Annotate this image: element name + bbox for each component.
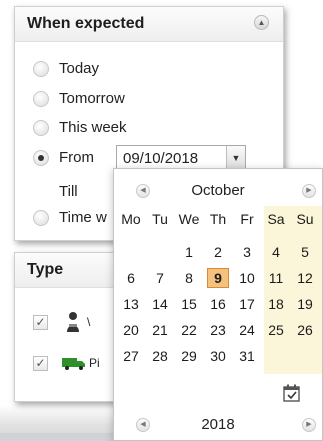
calendar-day[interactable]: 13 bbox=[120, 294, 142, 314]
calendar-day[interactable]: 12 bbox=[294, 268, 316, 288]
calendar-day[interactable]: 31 bbox=[236, 346, 258, 366]
radio-button-checked[interactable] bbox=[33, 150, 49, 166]
truck-icon bbox=[62, 356, 86, 370]
calendar-day[interactable]: 30 bbox=[207, 346, 229, 366]
calendar-day[interactable]: 29 bbox=[178, 346, 200, 366]
next-year-icon[interactable]: ▶︎ bbox=[302, 418, 316, 432]
calendar-day[interactable]: 23 bbox=[207, 320, 229, 340]
calendar-day[interactable]: 19 bbox=[294, 294, 316, 314]
type-checkbox-truck[interactable]: ✓ bbox=[33, 356, 48, 371]
prev-month-icon[interactable]: ◀︎ bbox=[136, 184, 150, 198]
calendar-day[interactable]: 28 bbox=[149, 346, 171, 366]
calendar-day[interactable]: 21 bbox=[149, 320, 171, 340]
person-icon bbox=[65, 311, 81, 333]
from-date-value[interactable]: 09/10/2018 bbox=[123, 150, 198, 167]
calendar-month[interactable]: October bbox=[158, 182, 278, 199]
radio-button[interactable] bbox=[33, 91, 49, 107]
calendar-day[interactable]: 25 bbox=[265, 320, 287, 340]
type-title: Type bbox=[27, 261, 64, 278]
calendar-day[interactable]: 6 bbox=[120, 268, 142, 288]
weekend-highlight bbox=[264, 206, 322, 374]
calendar-day[interactable]: 3 bbox=[236, 242, 258, 262]
radio-label: From bbox=[59, 149, 94, 166]
weekday-header: Su bbox=[296, 211, 314, 227]
weekday-header: Th bbox=[209, 211, 227, 227]
type-label-person: \ bbox=[87, 315, 91, 329]
type-checkbox-person[interactable]: ✓ bbox=[33, 315, 48, 330]
radio-button[interactable] bbox=[33, 210, 49, 226]
weekday-header: Mo bbox=[121, 211, 141, 227]
calendar-day[interactable]: 22 bbox=[178, 320, 200, 340]
calendar-day[interactable]: 17 bbox=[236, 294, 258, 314]
calendar-day-selected[interactable]: 9 bbox=[207, 268, 229, 288]
calendar-day[interactable]: 5 bbox=[294, 242, 316, 262]
calendar-day[interactable]: 7 bbox=[149, 268, 171, 288]
calendar-day[interactable]: 26 bbox=[294, 320, 316, 340]
radio-label: Time w bbox=[59, 209, 107, 226]
calendar-day[interactable]: 16 bbox=[207, 294, 229, 314]
next-month-icon[interactable]: ▶︎ bbox=[302, 184, 316, 198]
radio-button[interactable] bbox=[33, 120, 49, 136]
prev-year-icon[interactable]: ◀︎ bbox=[136, 418, 150, 432]
calendar-day[interactable]: 8 bbox=[178, 268, 200, 288]
calendar-day[interactable]: 18 bbox=[265, 294, 287, 314]
calendar-day[interactable]: 1 bbox=[178, 242, 200, 262]
calendar-day[interactable]: 20 bbox=[120, 320, 142, 340]
calendar-day[interactable]: 2 bbox=[207, 242, 229, 262]
collapse-icon[interactable]: ▲︎ bbox=[254, 15, 269, 30]
calendar-today-icon[interactable] bbox=[283, 384, 300, 402]
radio-label: This week bbox=[59, 119, 127, 136]
till-label: Till bbox=[59, 183, 78, 200]
type-label-truck: Pi bbox=[89, 356, 100, 370]
radio-button[interactable] bbox=[33, 61, 49, 77]
when-expected-header: When expected ▲︎ bbox=[15, 7, 283, 42]
when-expected-title: When expected bbox=[27, 15, 145, 32]
radio-label: Today bbox=[59, 60, 100, 77]
calendar-day[interactable]: 27 bbox=[120, 346, 142, 366]
radio-label: Tomorrow bbox=[59, 90, 125, 107]
weekday-header: Tu bbox=[152, 211, 168, 227]
calendar-day[interactable]: 4 bbox=[265, 242, 287, 262]
date-picker-calendar: ◀︎ October ▶︎ Mo Tu We Th Fr Sa Su 1 2 3 4 5 6 7 8 9 10 1… bbox=[113, 168, 323, 441]
weekday-header: Fr bbox=[240, 211, 254, 227]
weekday-header: Sa bbox=[267, 211, 285, 227]
calendar-day[interactable]: 15 bbox=[178, 294, 200, 314]
calendar-day[interactable]: 11 bbox=[265, 268, 287, 288]
chevron-down-icon[interactable]: ▼ bbox=[226, 146, 245, 170]
calendar-day[interactable]: 14 bbox=[149, 294, 171, 314]
calendar-day[interactable]: 10 bbox=[236, 268, 258, 288]
calendar-day[interactable]: 24 bbox=[236, 320, 258, 340]
calendar-year[interactable]: 2018 bbox=[158, 416, 278, 433]
weekday-header: We bbox=[178, 211, 200, 227]
